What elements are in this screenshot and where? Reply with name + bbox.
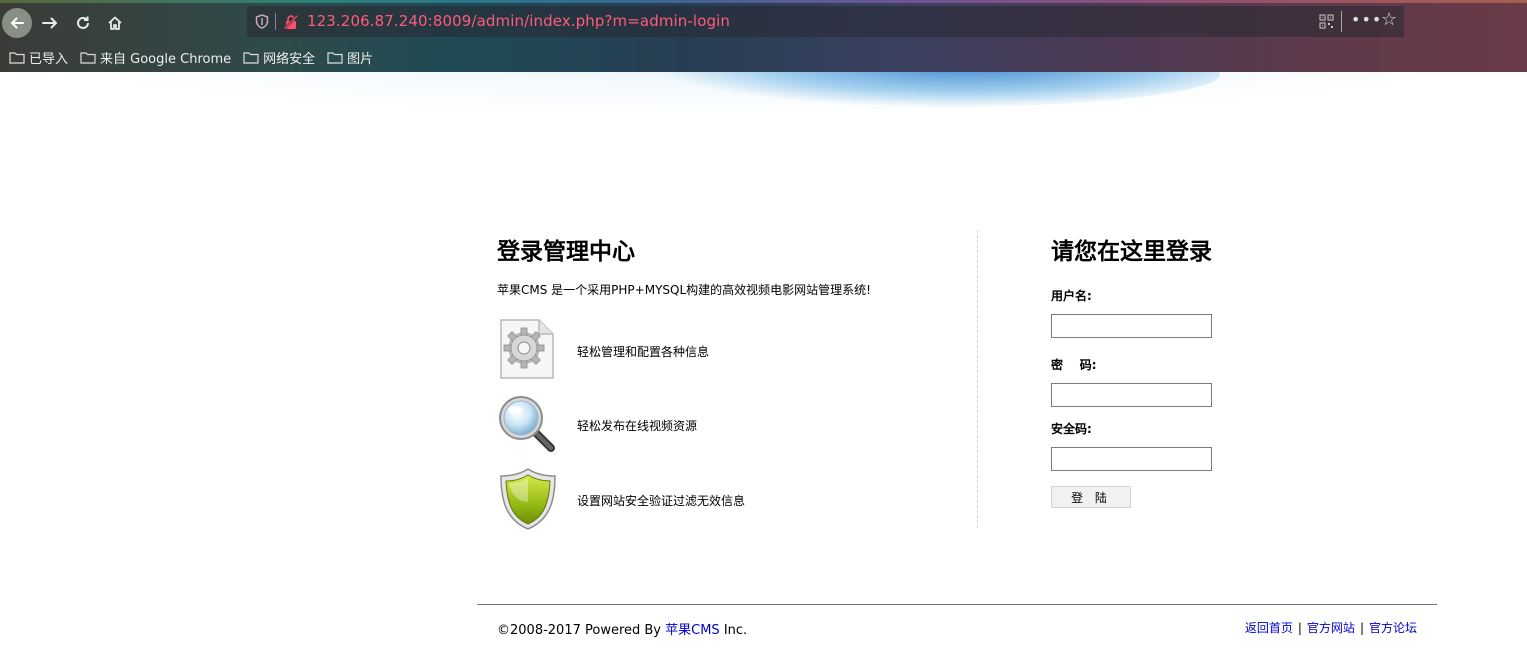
- feature-text: 轻松发布在线视频资源: [577, 419, 698, 433]
- header-decoration: [0, 72, 1527, 122]
- toolbar-divider: [1341, 11, 1342, 32]
- login-form: 请您在这里登录 用户名: 密 码: 安全码: 登 陆: [1051, 232, 1351, 508]
- login-button[interactable]: 登 陆: [1051, 486, 1131, 508]
- shield-icon: [500, 468, 556, 530]
- shield-icon[interactable]: [255, 14, 269, 29]
- feature-text: 设置网站安全验证过滤无效信息: [577, 494, 746, 508]
- bookmark-folder-imported[interactable]: 已导入: [9, 48, 68, 67]
- feature-item: 轻松管理和配置各种信息: [497, 316, 967, 380]
- feature-item: 轻松发布在线视频资源: [497, 392, 967, 456]
- password-label: 密 码:: [1051, 358, 1097, 372]
- password-input[interactable]: [1051, 383, 1212, 407]
- column-divider: [977, 230, 978, 528]
- feature-text: 轻松管理和配置各种信息: [577, 345, 710, 359]
- footer-link-home[interactable]: 返回首页: [1245, 621, 1293, 635]
- intro-panel: 登录管理中心 苹果CMS 是一个采用PHP+MYSQL构建的高效视频电影网站管理…: [497, 232, 967, 530]
- home-icon[interactable]: [100, 8, 130, 38]
- forward-arrow-icon[interactable]: [35, 8, 65, 38]
- folder-icon: [327, 51, 343, 64]
- footer-divider: [477, 604, 1437, 605]
- feature-item: 设置网站安全验证过滤无效信息: [497, 467, 967, 531]
- footer-link-official-site[interactable]: 官方网站: [1307, 621, 1355, 635]
- page-title: 登录管理中心: [497, 239, 635, 265]
- address-bar[interactable]: 123.206.87.240:8009/admin/index.php?m=ad…: [247, 6, 1404, 37]
- brand-link[interactable]: 苹果CMS: [665, 623, 720, 638]
- bookmarks-bar: 已导入 来自 Google Chrome 网络安全 图片: [0, 46, 376, 68]
- browser-toolbar: 123.206.87.240:8009/admin/index.php?m=ad…: [0, 0, 1527, 72]
- system-description: 苹果CMS 是一个采用PHP+MYSQL构建的高效视频电影网站管理系统!: [497, 283, 871, 297]
- folder-icon: [9, 51, 25, 64]
- magnifier-icon: [499, 396, 555, 452]
- gear-document-icon: [500, 319, 554, 379]
- folder-icon: [80, 51, 96, 64]
- captcha-input[interactable]: [1051, 447, 1212, 471]
- footer-link-forum[interactable]: 官方论坛: [1369, 621, 1417, 635]
- footer-links: 返回首页 | 官方网站 | 官方论坛: [1244, 621, 1417, 635]
- login-title: 请您在这里登录: [1051, 239, 1212, 265]
- reload-icon[interactable]: [68, 8, 98, 38]
- username-input[interactable]: [1051, 314, 1212, 338]
- url-text[interactable]: 123.206.87.240:8009/admin/index.php?m=ad…: [307, 12, 730, 30]
- bookmark-folder-images[interactable]: 图片: [327, 48, 373, 67]
- username-label: 用户名:: [1051, 289, 1092, 303]
- bookmark-folder-security[interactable]: 网络安全: [243, 48, 315, 67]
- back-arrow-icon[interactable]: [2, 8, 32, 38]
- insecure-lock-icon[interactable]: [283, 14, 299, 30]
- copyright: ©2008-2017 Powered By 苹果CMS Inc.: [497, 623, 748, 638]
- folder-icon: [243, 51, 259, 64]
- bookmark-folder-chrome[interactable]: 来自 Google Chrome: [80, 48, 231, 67]
- captcha-label: 安全码:: [1051, 422, 1092, 436]
- more-options-icon[interactable]: •••: [1351, 10, 1382, 29]
- url-separator: [275, 13, 276, 30]
- bookmark-star-icon[interactable]: ☆: [1381, 9, 1397, 30]
- qr-code-icon[interactable]: [1319, 14, 1334, 29]
